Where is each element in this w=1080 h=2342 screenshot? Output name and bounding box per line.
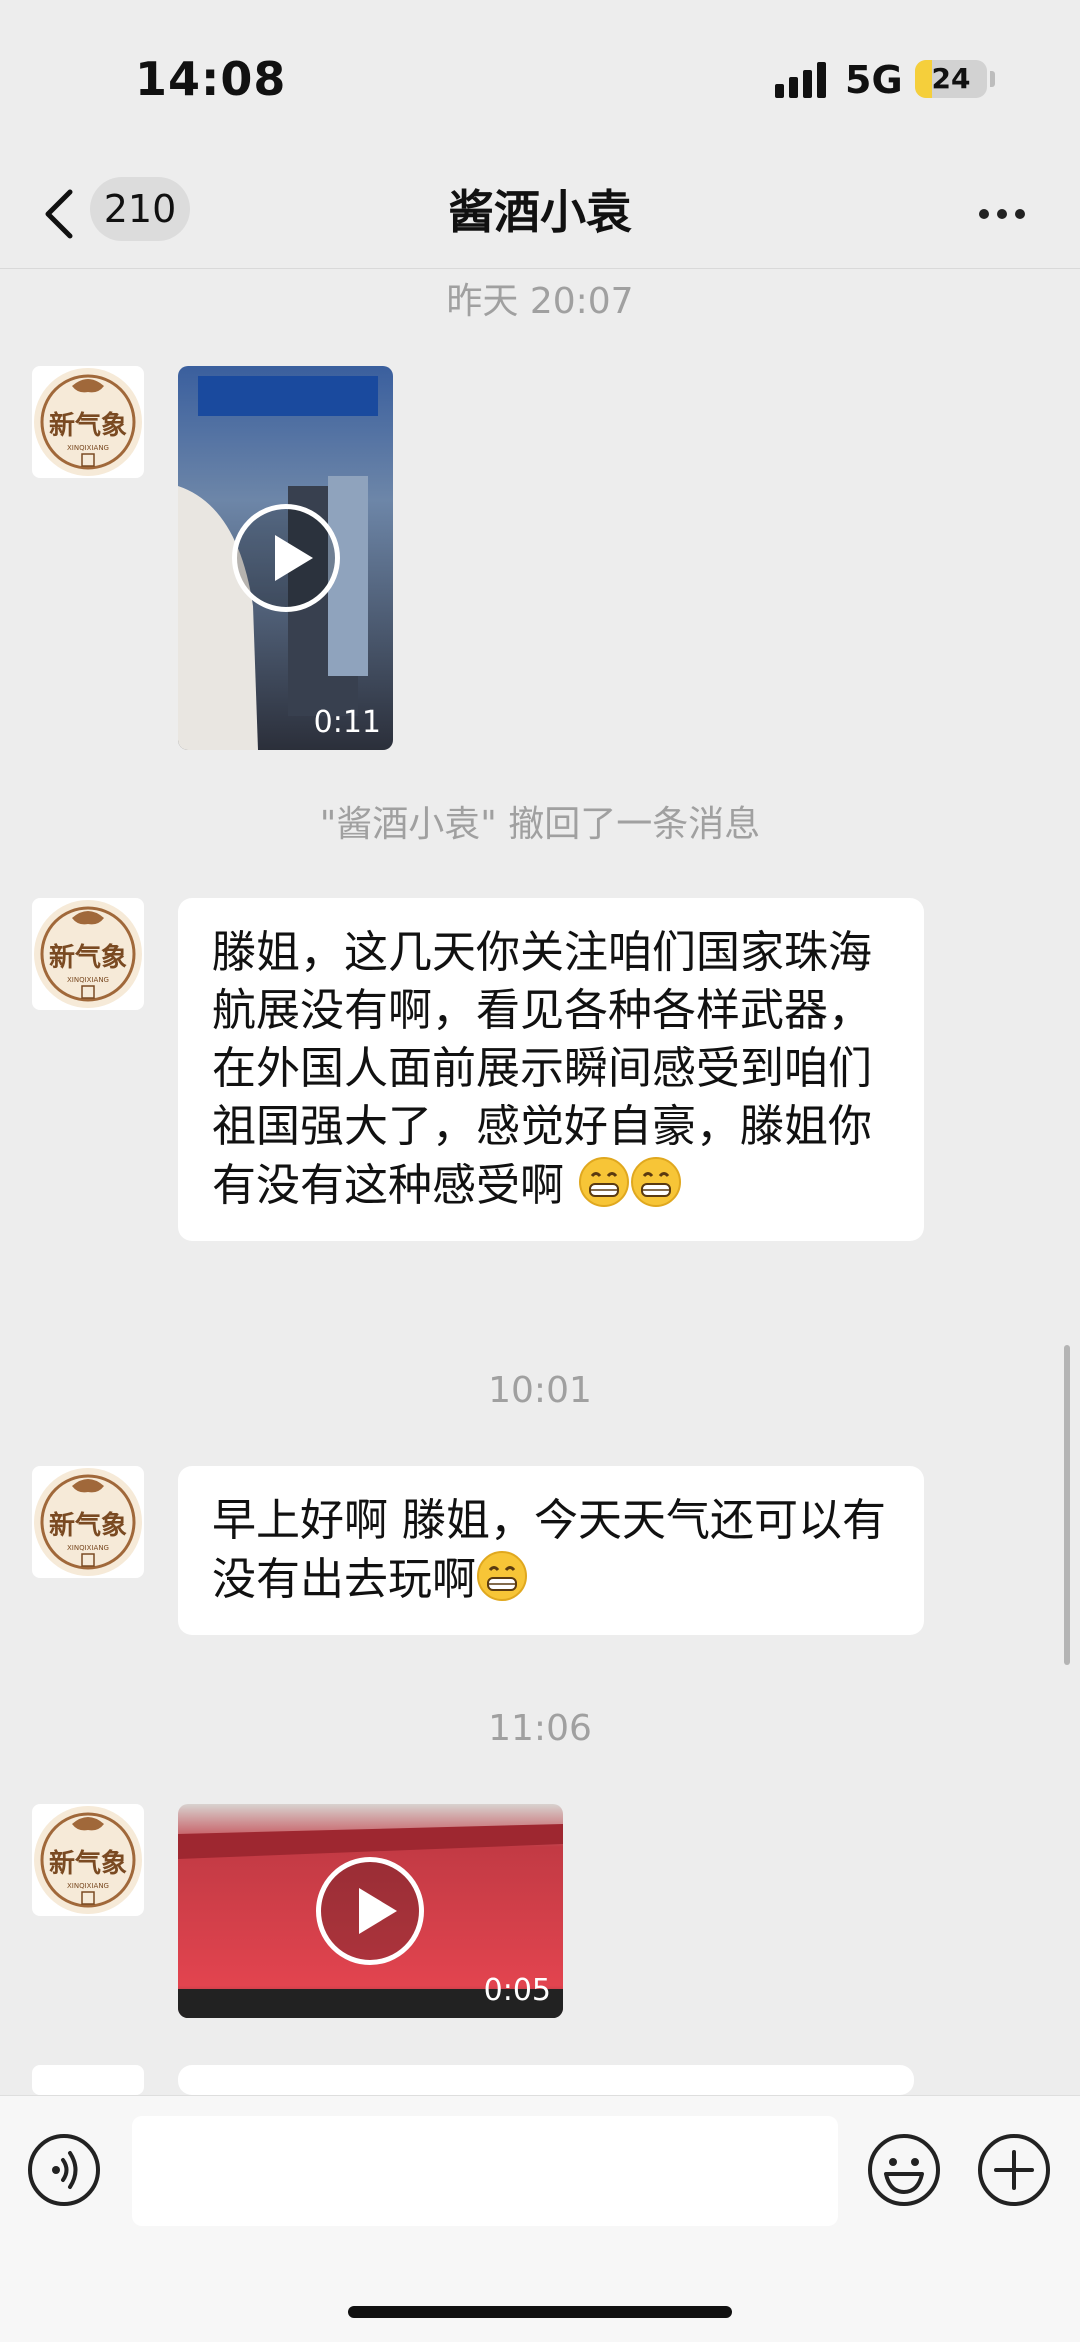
plus-icon[interactable] <box>976 2132 1052 2208</box>
play-button[interactable] <box>232 504 340 612</box>
message-bubble[interactable]: 滕姐，这几天你关注咱们国家珠海航展没有啊，看见各种各样武器，在外国人面前展示瞬间… <box>178 898 924 1241</box>
avatar[interactable]: 新气象 XINQIXIANG <box>32 898 144 1010</box>
svg-text:XINQIXIANG: XINQIXIANG <box>67 976 109 984</box>
svg-text:XINQIXIANG: XINQIXIANG <box>67 1882 109 1890</box>
brand-logo-icon: 新气象 XINQIXIANG <box>34 1468 142 1576</box>
avatar[interactable]: 新气象 XINQIXIANG <box>32 1466 144 1578</box>
message-input[interactable] <box>132 2116 838 2226</box>
signal-icon <box>775 62 826 98</box>
scrollbar[interactable] <box>1064 1345 1070 1665</box>
message-text: 滕姐，这几天你关注咱们国家珠海航展没有啊，看见各种各样武器，在外国人面前展示瞬间… <box>212 927 872 1211</box>
grin-emoji-icon <box>579 1157 629 1207</box>
network-type: 5G <box>845 58 903 102</box>
brand-logo-icon: 新气象 XINQIXIANG <box>34 1806 142 1914</box>
chat-header: 210 酱酒小袁 <box>0 160 1080 269</box>
more-dots-icon[interactable] <box>975 196 1031 232</box>
voice-icon[interactable] <box>28 2134 100 2206</box>
message-text: 早上好啊 滕姐，今天天气还可以有没有出去玩啊 <box>212 1495 886 1605</box>
emoji-icon[interactable] <box>866 2132 942 2208</box>
message-bubble[interactable] <box>178 2065 914 2095</box>
battery-nub <box>990 71 995 87</box>
video-message[interactable]: 0:05 <box>178 1804 563 2018</box>
grin-emoji-icon <box>477 1551 527 1601</box>
home-indicator[interactable] <box>348 2306 732 2318</box>
svg-text:新气象: 新气象 <box>49 410 127 441</box>
chat-title: 酱酒小袁 <box>448 185 632 239</box>
svg-text:XINQIXIANG: XINQIXIANG <box>67 1544 109 1552</box>
brand-logo-icon: 新气象 XINQIXIANG <box>34 900 142 1008</box>
avatar[interactable]: 新气象 XINQIXIANG <box>32 366 144 478</box>
grin-emoji-icon <box>631 1157 681 1207</box>
svg-text:XINQIXIANG: XINQIXIANG <box>67 444 109 452</box>
avatar[interactable]: 新气象 XINQIXIANG <box>32 1804 144 1916</box>
svg-text:新气象: 新气象 <box>49 942 127 973</box>
clock: 14:08 <box>135 52 287 106</box>
status-bar: 14:08 5G 24 <box>0 0 1080 160</box>
battery-percent: 24 <box>931 62 971 95</box>
timestamp: 10:01 <box>488 1370 592 1411</box>
play-button[interactable] <box>316 1857 424 1965</box>
brand-logo-icon: 新气象 XINQIXIANG <box>34 368 142 476</box>
message-bubble[interactable]: 早上好啊 滕姐，今天天气还可以有没有出去玩啊 <box>178 1466 924 1635</box>
video-duration: 0:11 <box>313 705 381 740</box>
recall-notice: "酱酒小袁" 撤回了一条消息 <box>319 804 761 845</box>
timestamp: 11:06 <box>488 1708 592 1749</box>
svg-text:新气象: 新气象 <box>49 1510 127 1541</box>
battery-icon: 24 <box>915 60 987 98</box>
input-bar <box>0 2095 1080 2342</box>
timestamp: 昨天 20:07 <box>446 281 634 322</box>
svg-text:新气象: 新气象 <box>49 1848 127 1879</box>
avatar[interactable] <box>32 2065 144 2095</box>
video-message[interactable]: 0:11 <box>178 366 393 750</box>
video-duration: 0:05 <box>483 1973 551 2008</box>
